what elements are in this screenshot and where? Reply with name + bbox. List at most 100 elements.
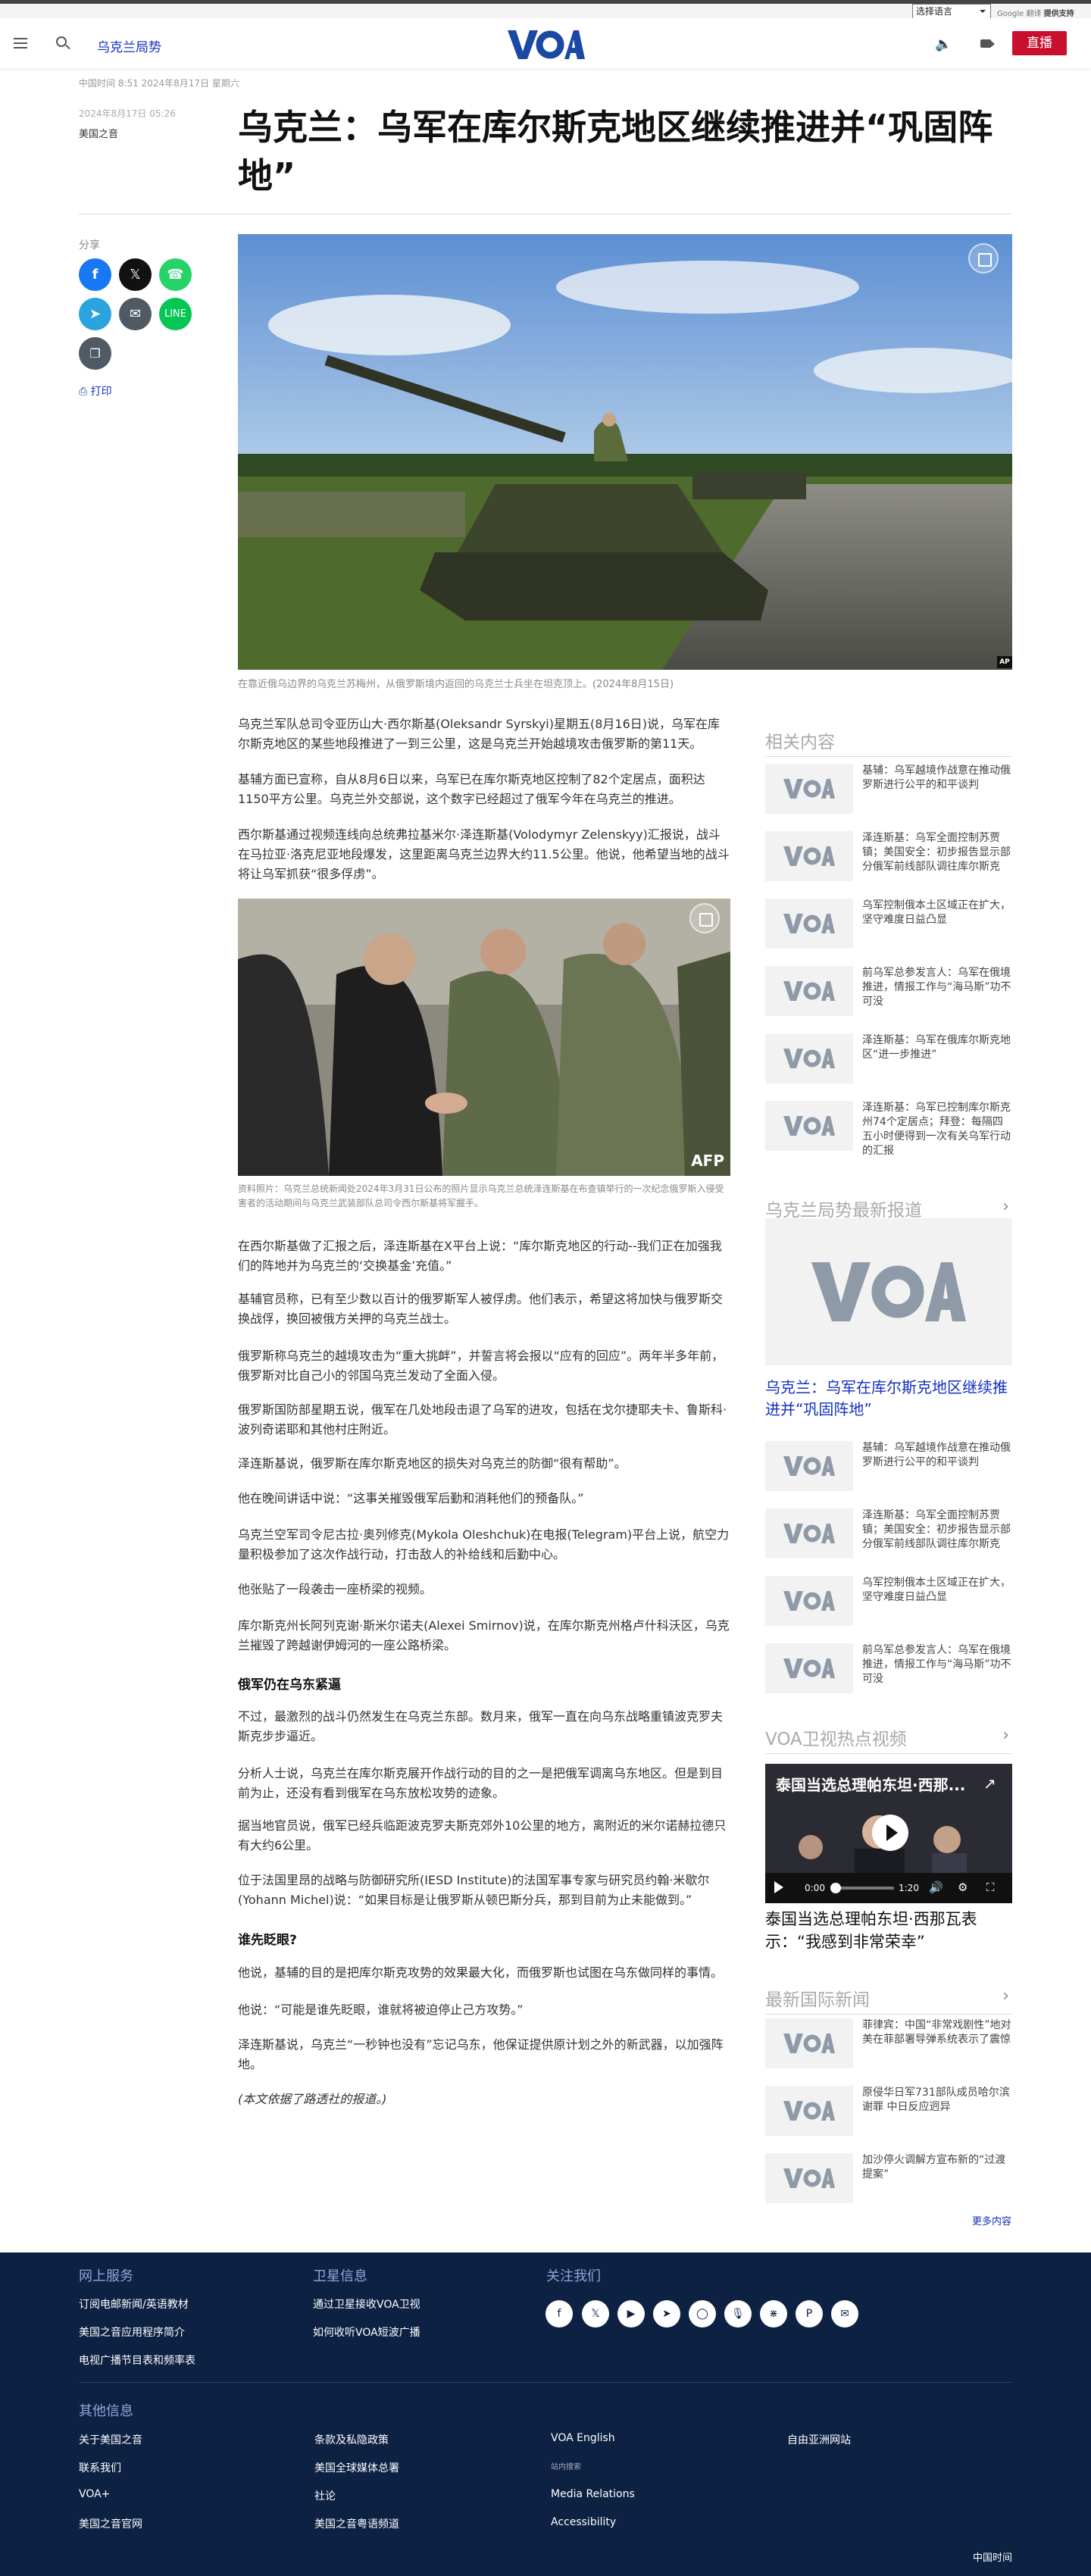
footer-link[interactable]: Media Relations [551, 2488, 635, 2500]
related-item[interactable]: 泽连斯基：乌军已控制库尔斯克州74个定居点；拜登：每隔四五小时便得到一次有关乌军… [765, 1101, 1012, 1157]
language-select[interactable]: 选择语言 [912, 4, 991, 19]
share-icon[interactable]: ↗ [983, 1774, 996, 1793]
footer-link[interactable]: 订阅电邮新闻/英语教材 [79, 2296, 189, 2312]
more-link[interactable]: 更多内容 [972, 2213, 1011, 2227]
expand-icon[interactable] [968, 243, 999, 274]
footer-link[interactable]: 电视广播节目表和频率表 [79, 2352, 195, 2368]
email-icon[interactable]: ✉ [831, 2300, 858, 2327]
x-share-icon[interactable]: 𝕏 [119, 258, 152, 291]
video-caption[interactable]: 泰国当选总理帕东坦·西那瓦表示：“我感到非常荣幸” [765, 1908, 1012, 1953]
footer-link[interactable]: 美国之音粤语频道 [314, 2516, 399, 2531]
live-button[interactable]: 直播 [1012, 31, 1067, 55]
share-label: 分享 [79, 239, 100, 252]
telegram-share-icon[interactable]: ➤ [79, 298, 111, 330]
related-item[interactable]: 乌军控制俄本土区域正在扩大，坚守难度日益凸显 [765, 899, 1012, 949]
paragraph: 基辅官员称，已有至少数以百计的俄罗斯军人被俘虏。他们表示，希望这将加快与俄罗斯交… [238, 1292, 724, 1326]
voa-placeholder-icon [783, 1591, 835, 1611]
pinterest-icon[interactable]: P [796, 2300, 823, 2327]
video-progress-handle[interactable] [830, 1883, 841, 1893]
volume-icon[interactable]: 🔊 [929, 1880, 943, 1894]
footer-link[interactable]: VOA+ [79, 2488, 110, 2500]
footer-heading: 关注我们 [546, 2268, 601, 2284]
email-share-icon[interactable]: ✉ [119, 298, 152, 330]
paragraph: 乌克兰空军司令尼古拉·奥列修克(Mykola Oleshchuk)在电报(Tel… [238, 1527, 730, 1562]
footer-link[interactable]: 通过卫星接收VOA卫视 [313, 2296, 420, 2312]
voa-placeholder-icon [783, 914, 835, 933]
video-progress[interactable] [833, 1887, 894, 1890]
byline: 美国之音 [79, 129, 119, 140]
paragraph: 泽连斯基说，乌克兰“一秒钟也没有”忘记乌东，他保证提供原计划之外的新武器，以加强… [238, 2037, 724, 2071]
play-button[interactable] [872, 1815, 908, 1851]
intl-heading[interactable]: 最新国际新闻 › [765, 1985, 1012, 2015]
footer-link[interactable]: 自由亚洲网站 [787, 2432, 851, 2447]
fullscreen-icon[interactable]: ⛶ [986, 1880, 995, 1894]
inline-photo[interactable]: AFP [238, 899, 730, 1176]
expand-icon[interactable] [689, 903, 720, 933]
play-icon[interactable] [774, 1881, 783, 1893]
section-link[interactable]: 乌克兰局势 [97, 36, 161, 55]
footer-link[interactable]: VOA English [551, 2432, 615, 2444]
related-heading: 相关内容 [765, 727, 1012, 757]
video-duration: 1:20 [899, 1883, 919, 1893]
footer-link[interactable]: 条款及私隐政策 [314, 2432, 389, 2447]
footer-link[interactable]: 社论 [314, 2488, 336, 2503]
latest-item[interactable]: 基辅：乌军越境作战意在推动俄罗斯进行公平的和平谈判 [765, 1441, 1012, 1491]
footer-link[interactable]: 如何收听VOA短波广播 [313, 2324, 420, 2340]
footer-link[interactable]: 美国之音官网 [79, 2516, 142, 2531]
thumbnail [765, 764, 853, 814]
paragraph: 乌克兰军队总司令亚历山大·西尔斯基(Oleksandr Syrskyi)星期五(… [238, 717, 720, 751]
featured-thumbnail[interactable] [765, 1218, 1012, 1365]
youtube-icon[interactable]: ▶ [617, 2300, 645, 2327]
x-icon[interactable]: 𝕏 [582, 2300, 609, 2327]
copy-link-icon[interactable]: ❐ [79, 337, 111, 370]
thumbnail [765, 1508, 853, 1558]
facebook-share-icon[interactable]: f [79, 258, 111, 291]
related-item[interactable]: 基辅：乌军越境作战意在推动俄罗斯进行公平的和平谈判 [765, 764, 1012, 814]
footer-link[interactable]: 美国全球媒体总署 [314, 2460, 399, 2475]
menu-icon[interactable] [14, 38, 27, 48]
audio-icon[interactable]: 🔈 [935, 36, 952, 52]
powered-by[interactable]: Google 翻译 提供支持 [997, 7, 1074, 18]
instagram-icon[interactable]: ◯ [689, 2300, 716, 2327]
paragraph: 基辅方面已宣称，自从8月6日以来，乌军已在库尔斯克地区控制了82个定居点，面积达… [238, 772, 705, 806]
tank-photo [238, 234, 1012, 670]
footer-link[interactable]: 美国之音应用程序简介 [79, 2324, 185, 2340]
voa-placeholder-icon [783, 981, 835, 1001]
chevron-right-icon: › [1002, 1987, 1009, 2005]
paragraph: 俄罗斯称乌克兰的越境攻击为“重大挑衅”，并誓言将会报以“应有的回应”。两年半多年… [238, 1349, 724, 1383]
latest-item[interactable]: 前乌军总参发言人：乌军在俄境推进，情报工作与“海马斯”功不可没 [765, 1643, 1012, 1693]
footer-link[interactable]: 站内搜索 [551, 2460, 581, 2471]
thumbnail [765, 1643, 853, 1693]
latest-item[interactable]: 乌军控制俄本土区域正在扩大，坚守难度日益凸显 [765, 1576, 1012, 1626]
search-icon[interactable] [56, 36, 67, 47]
footer-link[interactable]: Accessibility [551, 2516, 616, 2528]
video-heading[interactable]: VOA卫视热点视频 › [765, 1724, 1012, 1754]
related-item[interactable]: 泽连斯基：乌军全面控制苏贾镇；美国安全：初步报告显示部分俄军前线部队调往库尔斯克 [765, 831, 1012, 881]
line-share-icon[interactable]: LINE [159, 298, 192, 330]
podcast-icon[interactable]: 🎙 [724, 2300, 752, 2327]
intl-item[interactable]: 菲律宾：中国“非常戏剧性”地对美在菲部署导弹系统表示了震惊 [765, 2018, 1012, 2068]
settings-icon[interactable]: ⚙ [958, 1880, 968, 1894]
rss-icon[interactable]: ⋇ [760, 2300, 787, 2327]
telegram-icon[interactable]: ➤ [653, 2300, 680, 2327]
video-icon[interactable] [980, 39, 991, 48]
footer-link[interactable]: 关于美国之音 [79, 2432, 142, 2447]
intl-item[interactable]: 加沙停火调解方宣布新的“过渡提案” [765, 2153, 1012, 2203]
related-heading-text: 相关内容 [765, 733, 835, 752]
print-link[interactable]: ⎙ 打印 [79, 383, 112, 399]
intl-item[interactable]: 原侵华日军731部队成员哈尔滨谢罪 中日反应迥异 [765, 2086, 1012, 2136]
footer-link[interactable]: 联系我们 [79, 2460, 121, 2475]
hero-image[interactable] [238, 234, 1012, 670]
related-item[interactable]: 前乌军总参发言人：乌军在俄境推进，情报工作与“海马斯”功不可没 [765, 966, 1012, 1016]
featured-title[interactable]: 乌克兰：乌军在库尔斯克地区继续推进并“巩固阵地” [765, 1377, 1012, 1421]
paragraph: 据当地官员说，俄军已经兵临距波克罗夫斯克郊外10公里的地方，离附近的米尔诺赫拉德… [238, 1818, 727, 1852]
chevron-right-icon: › [1002, 1726, 1009, 1745]
video-overlay-title: 泰国当选总理帕东坦·西那... [776, 1776, 965, 1794]
latest-item[interactable]: 泽连斯基：乌军全面控制苏贾镇；美国安全：初步报告显示部分俄军前线部队调往库尔斯克 [765, 1508, 1012, 1558]
voa-logo[interactable] [506, 29, 585, 61]
powered-prefix: 提供支持 [1043, 10, 1074, 18]
thumbnail [765, 831, 853, 881]
facebook-icon[interactable]: f [546, 2300, 573, 2327]
whatsapp-share-icon[interactable]: ☎ [159, 258, 192, 291]
related-item[interactable]: 泽连斯基：乌军在俄库尔斯克地区“进一步推进” [765, 1033, 1012, 1083]
